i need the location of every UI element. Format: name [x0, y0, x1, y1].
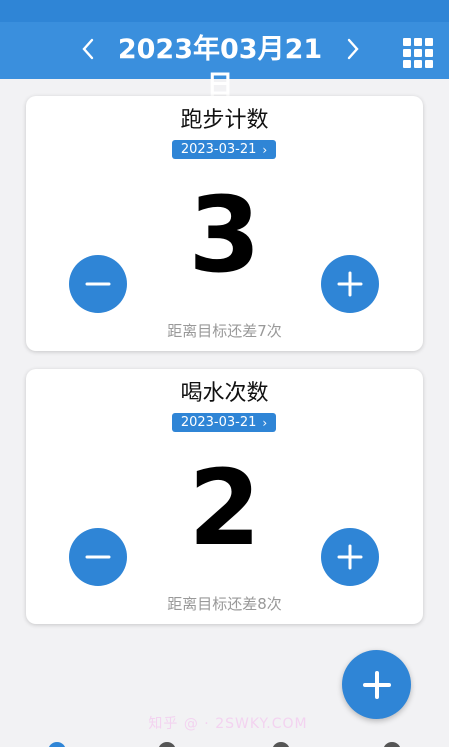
nav-home-icon[interactable] [48, 742, 66, 747]
app-header: 2023年03月21日 [0, 22, 449, 101]
status-bar [0, 0, 449, 22]
nav-icon[interactable] [158, 742, 176, 747]
grid-icon[interactable] [403, 38, 433, 68]
plus-icon [362, 670, 391, 699]
increment-button[interactable] [321, 528, 379, 586]
chevron-right-icon: › [262, 142, 268, 157]
nav-icon[interactable] [272, 742, 290, 747]
chevron-right-icon: › [262, 415, 268, 430]
decrement-button[interactable] [69, 528, 127, 586]
date-chip[interactable]: 2023-03-21 › [172, 140, 276, 159]
card-title: 喝水次数 [180, 381, 269, 406]
nav-icon[interactable] [383, 742, 401, 747]
bottom-nav [0, 737, 449, 747]
add-counter-button[interactable] [342, 650, 411, 719]
chevron-right-icon[interactable] [341, 34, 365, 64]
watermark: 知乎 @ · 2SWKY.COM [148, 716, 308, 732]
card-title: 跑步计数 [180, 108, 269, 133]
counter-card-running: 跑步计数 2023-03-21 › 3 距离目标还差7次 [26, 96, 423, 351]
minus-icon [85, 555, 111, 559]
minus-icon [85, 282, 111, 286]
count-value: 2 [188, 447, 261, 569]
chevron-left-icon[interactable] [76, 34, 100, 64]
date-chip[interactable]: 2023-03-21 › [172, 413, 276, 432]
plus-icon [337, 544, 363, 570]
counter-card-water: 喝水次数 2023-03-21 › 2 距离目标还差8次 [26, 369, 423, 624]
goal-hint: 距离目标还差7次 [167, 322, 282, 340]
plus-icon [337, 271, 363, 297]
goal-hint: 距离目标还差8次 [167, 595, 282, 613]
date-chip-label: 2023-03-21 [180, 142, 257, 157]
decrement-button[interactable] [69, 255, 127, 313]
page-title[interactable]: 2023年03月21日 [110, 32, 330, 101]
date-chip-label: 2023-03-21 [180, 415, 257, 430]
count-value: 3 [188, 174, 261, 296]
increment-button[interactable] [321, 255, 379, 313]
